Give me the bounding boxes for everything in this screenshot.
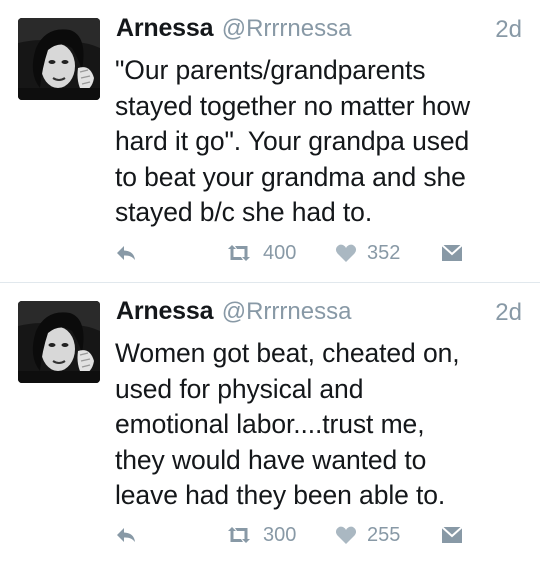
author-name[interactable]: Arnessa [116,14,213,42]
tweet-text: Women got beat, cheated on, used for phy… [115,338,460,510]
avatar[interactable] [18,301,100,383]
tweet[interactable]: Arnessa @Rrrrnessa 2d "Our parents/grand… [0,0,540,282]
retweet-icon [225,525,253,545]
heart-icon [335,243,357,263]
tweet-actions: 400 352 [115,238,475,268]
timeline: Arnessa @Rrrrnessa 2d "Our parents/grand… [0,0,540,563]
tweet-header: Arnessa @Rrrrnessa 2d [116,14,522,50]
author-handle[interactable]: @Rrrrnessa [222,298,352,325]
tweet-text: "Our parents/grandparents stayed togethe… [115,55,471,227]
like-button[interactable]: 352 [335,238,400,268]
heart-icon [335,525,357,545]
like-count: 352 [367,241,401,264]
retweet-count: 300 [263,523,297,546]
author-handle[interactable]: @Rrrrnessa [222,15,352,42]
retweet-button[interactable]: 400 [225,238,296,268]
avatar[interactable] [18,18,100,100]
direct-message-button[interactable] [441,238,463,268]
direct-message-icon [441,244,463,262]
tweet-timestamp[interactable]: 2d [495,299,522,327]
direct-message-button[interactable] [441,520,463,550]
tweet-timestamp[interactable]: 2d [495,16,522,44]
direct-message-icon [441,526,463,544]
reply-icon [115,243,137,263]
retweet-count: 400 [263,241,297,264]
retweet-button[interactable]: 300 [225,520,296,550]
reply-button[interactable] [115,520,137,550]
retweet-icon [225,243,253,263]
like-button[interactable]: 255 [335,520,400,550]
author-name[interactable]: Arnessa [116,297,213,325]
tweet-actions: 300 255 [115,520,475,550]
tweet[interactable]: Arnessa @Rrrrnessa 2d Women got beat, ch… [0,283,540,563]
reply-icon [115,525,137,545]
like-count: 255 [367,523,401,546]
tweet-header: Arnessa @Rrrrnessa 2d [116,297,522,333]
reply-button[interactable] [115,238,137,268]
